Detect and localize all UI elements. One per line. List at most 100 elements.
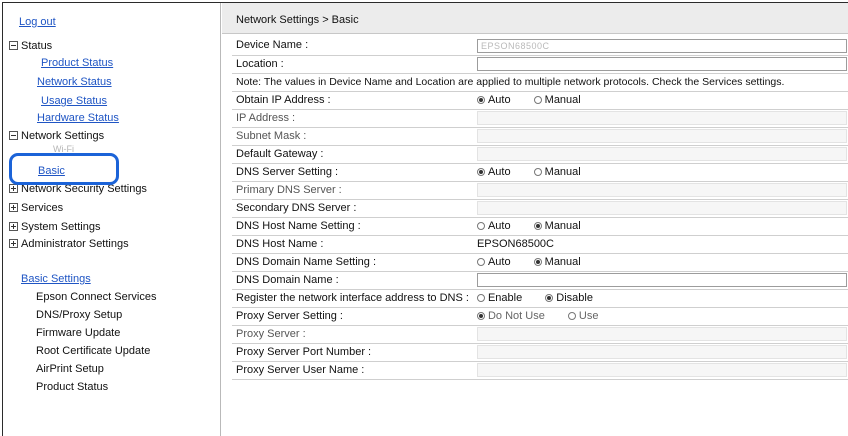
label-device-name: Device Name : bbox=[232, 37, 473, 56]
breadcrumb: Network Settings > Basic bbox=[222, 3, 848, 34]
row-proxy-server: Proxy Server : bbox=[232, 325, 848, 344]
label-secondary-dns: Secondary DNS Server : bbox=[232, 199, 473, 218]
label-dns-domain-name: DNS Domain Name : bbox=[232, 271, 473, 290]
sidebar-item-hardware-status[interactable]: Hardware Status bbox=[37, 112, 119, 125]
option-label: Manual bbox=[544, 219, 581, 232]
option-label: Do Not Use bbox=[487, 309, 545, 322]
label-proxy-port: Proxy Server Port Number : bbox=[232, 343, 473, 362]
sidebar-item-product-status[interactable]: Product Status bbox=[41, 57, 113, 70]
expand-icon[interactable] bbox=[9, 184, 18, 193]
sidebar-item-usage-status[interactable]: Usage Status bbox=[41, 95, 107, 108]
label-register-dns: Register the network interface address t… bbox=[232, 289, 473, 308]
location-input[interactable] bbox=[476, 57, 847, 71]
label-dns-domain-name-setting: DNS Domain Name Setting : bbox=[232, 253, 473, 272]
tree-network-settings[interactable]: Network Settings bbox=[9, 130, 104, 143]
radio-selected-icon bbox=[476, 167, 485, 176]
option-label: Use bbox=[578, 309, 599, 322]
menu-airprint-setup[interactable]: AirPrint Setup bbox=[36, 363, 104, 376]
row-ip-address: IP Address : bbox=[232, 109, 848, 128]
tree-network-settings-label: Network Settings bbox=[21, 130, 105, 142]
register-dns-disable-radio[interactable]: Disable bbox=[545, 292, 593, 304]
row-location: Location : bbox=[232, 55, 848, 74]
label-proxy-server-setting: Proxy Server Setting : bbox=[232, 307, 473, 326]
proxy-server-input[interactable] bbox=[476, 327, 847, 341]
expand-icon[interactable] bbox=[9, 203, 18, 212]
dns-host-manual-radio[interactable]: Manual bbox=[533, 219, 581, 232]
tree-administrator-settings[interactable]: Administrator Settings bbox=[9, 238, 129, 251]
obtain-ip-manual-radio[interactable]: Manual bbox=[533, 94, 581, 106]
device-name-value: EPSON68500C bbox=[480, 40, 550, 51]
proxy-user-input[interactable] bbox=[476, 363, 847, 377]
subnet-mask-input[interactable] bbox=[476, 129, 847, 143]
settings-table: Device Name : EPSON68500C Location : Not… bbox=[232, 37, 848, 380]
menu-product-status[interactable]: Product Status bbox=[36, 381, 108, 394]
note-text: Note: The values in Device Name and Loca… bbox=[232, 73, 848, 92]
dns-domain-name-input[interactable] bbox=[476, 273, 847, 287]
row-default-gateway: Default Gateway : bbox=[232, 145, 848, 164]
ip-address-input[interactable] bbox=[476, 111, 847, 125]
radio-empty-icon bbox=[476, 221, 485, 230]
collapse-icon[interactable] bbox=[9, 131, 18, 140]
tree-status[interactable]: Status bbox=[9, 40, 52, 53]
expand-icon[interactable] bbox=[9, 222, 18, 231]
tree-system-settings[interactable]: System Settings bbox=[9, 221, 100, 234]
radio-empty-icon bbox=[476, 257, 485, 266]
register-dns-enable-radio[interactable]: Enable bbox=[476, 292, 522, 304]
radio-empty-icon bbox=[567, 311, 576, 320]
row-dns-host-name: DNS Host Name : EPSON68500C bbox=[232, 235, 848, 254]
secondary-dns-input[interactable] bbox=[476, 201, 847, 215]
obtain-ip-auto-radio[interactable]: Auto bbox=[476, 93, 511, 106]
radio-selected-icon bbox=[545, 293, 554, 302]
menu-epson-connect-services[interactable]: Epson Connect Services bbox=[36, 291, 156, 304]
basic-settings-link[interactable]: Basic Settings bbox=[21, 273, 91, 286]
sidebar-item-basic[interactable]: Basic bbox=[38, 165, 65, 178]
option-label: Disable bbox=[556, 291, 593, 304]
label-proxy-server: Proxy Server : bbox=[232, 325, 473, 344]
dns-domain-manual-radio[interactable]: Manual bbox=[533, 256, 581, 268]
expand-icon[interactable] bbox=[9, 239, 18, 248]
proxy-do-not-use-radio[interactable]: Do Not Use bbox=[476, 309, 545, 322]
row-primary-dns: Primary DNS Server : bbox=[232, 181, 848, 200]
device-name-input[interactable]: EPSON68500C bbox=[476, 38, 847, 53]
option-label: Auto bbox=[487, 93, 511, 106]
dns-server-auto-radio[interactable]: Auto bbox=[476, 166, 511, 178]
row-dns-domain-name: DNS Domain Name : bbox=[232, 271, 848, 290]
primary-dns-input[interactable] bbox=[476, 183, 847, 197]
radio-selected-icon bbox=[476, 311, 485, 320]
row-secondary-dns: Secondary DNS Server : bbox=[232, 199, 848, 218]
row-dns-server-setting: DNS Server Setting : Auto Manual bbox=[232, 163, 848, 182]
sidebar-item-network-status[interactable]: Network Status bbox=[37, 76, 112, 89]
radio-empty-icon bbox=[533, 167, 542, 176]
main-content: Network Settings > Basic Device Name : E… bbox=[222, 3, 848, 436]
radio-selected-icon bbox=[476, 95, 485, 104]
logout-link[interactable]: Log out bbox=[19, 16, 56, 29]
radio-selected-icon bbox=[533, 221, 542, 230]
label-ip-address: IP Address : bbox=[232, 109, 473, 128]
row-dns-host-name-setting: DNS Host Name Setting : Auto Manual bbox=[232, 217, 848, 236]
radio-empty-icon bbox=[533, 95, 542, 104]
label-primary-dns: Primary DNS Server : bbox=[232, 181, 473, 200]
row-proxy-server-setting: Proxy Server Setting : Do Not Use Use bbox=[232, 307, 848, 326]
row-note: Note: The values in Device Name and Loca… bbox=[232, 73, 848, 92]
tree-system-settings-label: System Settings bbox=[21, 221, 101, 233]
dns-host-auto-radio[interactable]: Auto bbox=[476, 220, 511, 232]
radio-selected-icon bbox=[533, 257, 542, 266]
dns-domain-auto-radio[interactable]: Auto bbox=[476, 255, 511, 268]
menu-firmware-update[interactable]: Firmware Update bbox=[36, 327, 120, 340]
label-dns-server-setting: DNS Server Setting : bbox=[232, 163, 473, 182]
menu-root-certificate-update[interactable]: Root Certificate Update bbox=[36, 345, 150, 358]
sidebar: Log out Status Product Status Network St… bbox=[3, 3, 221, 436]
collapse-icon[interactable] bbox=[9, 41, 18, 50]
tree-services[interactable]: Services bbox=[9, 202, 63, 215]
menu-dns-proxy-setup[interactable]: DNS/Proxy Setup bbox=[36, 309, 122, 322]
row-register-dns: Register the network interface address t… bbox=[232, 289, 848, 308]
label-default-gateway: Default Gateway : bbox=[232, 145, 473, 164]
proxy-use-radio[interactable]: Use bbox=[567, 309, 599, 322]
option-label: Auto bbox=[487, 255, 511, 268]
proxy-port-input[interactable] bbox=[476, 345, 847, 359]
label-obtain-ip: Obtain IP Address : bbox=[232, 91, 473, 110]
tree-status-label: Status bbox=[21, 40, 53, 52]
dns-server-manual-radio[interactable]: Manual bbox=[533, 166, 581, 178]
default-gateway-input[interactable] bbox=[476, 147, 847, 161]
row-proxy-user: Proxy Server User Name : bbox=[232, 361, 848, 380]
